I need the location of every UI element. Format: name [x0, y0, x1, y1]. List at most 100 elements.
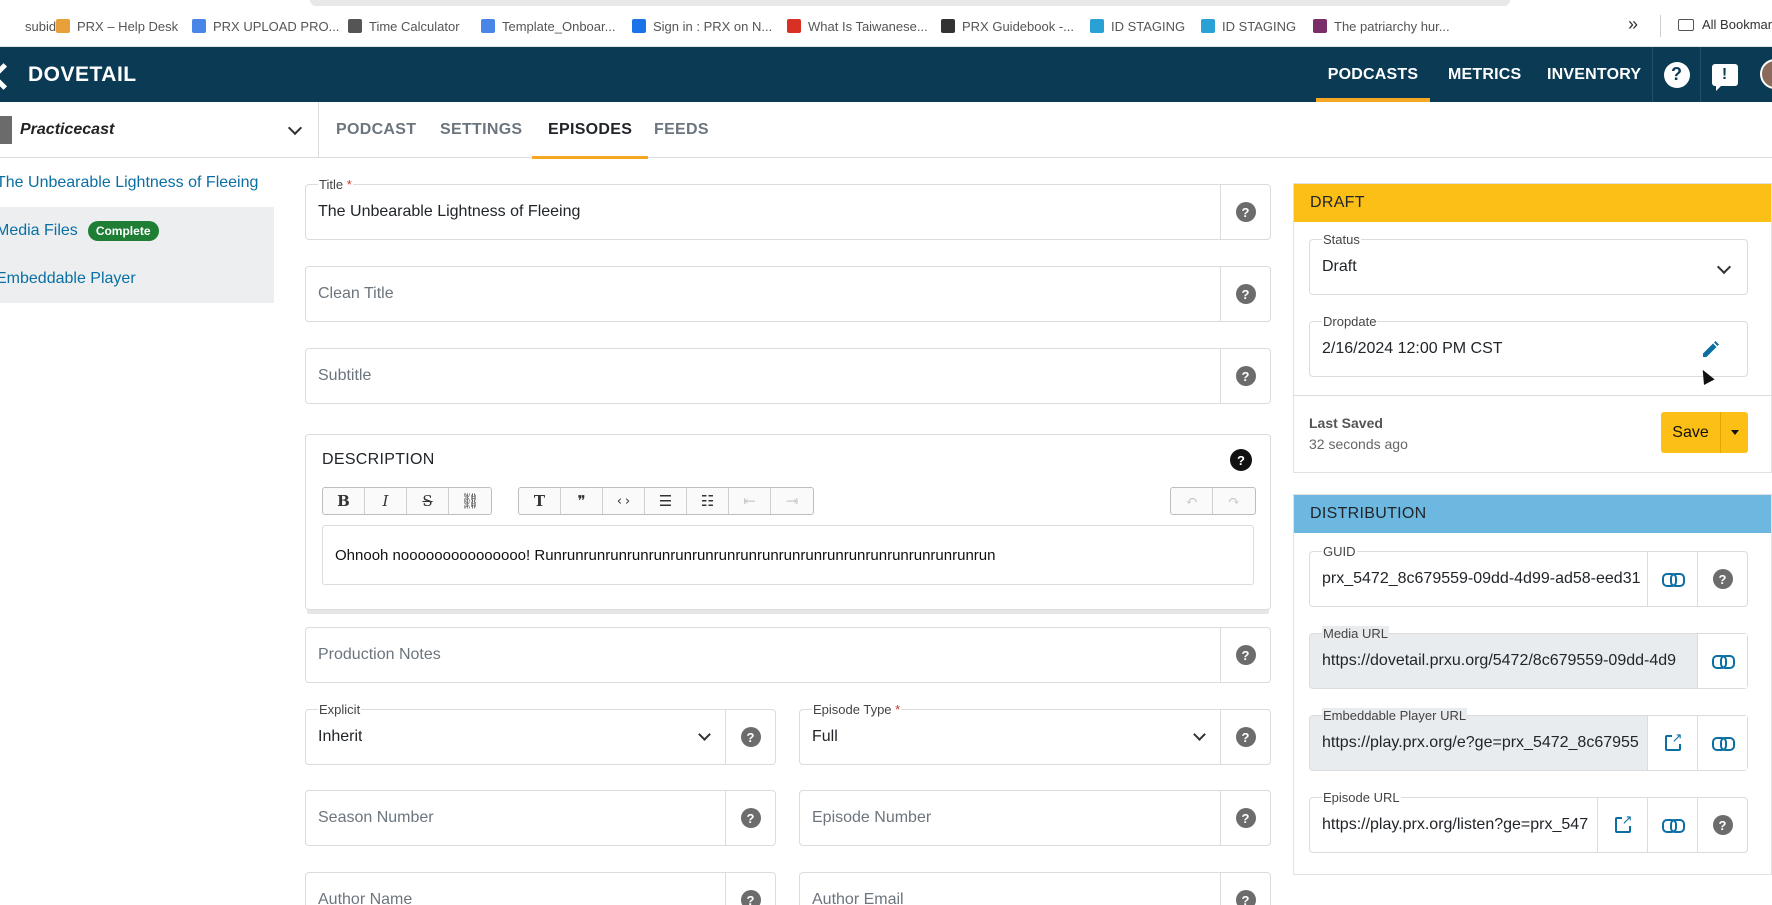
nav-metrics[interactable]: METRICS — [1448, 47, 1521, 102]
production-notes-field[interactable]: Production Notes ? — [305, 627, 1271, 683]
strikethrough-button[interactable]: S — [407, 488, 449, 514]
author-name-input[interactable]: Author Name — [318, 873, 412, 905]
code-button[interactable]: ‹› — [603, 488, 645, 514]
episode-type-select[interactable]: Episode Type * Full ? — [799, 702, 1271, 765]
caret-down-icon — [1730, 430, 1739, 435]
bullet-list-button[interactable]: ☰ — [645, 488, 687, 514]
bookmark-label: PRX – Help Desk — [77, 18, 179, 34]
bold-button[interactable]: B — [323, 488, 365, 514]
bookmark-item[interactable]: PRX Guidebook -... — [941, 17, 1074, 35]
undo-button[interactable]: ↶ — [1171, 488, 1213, 514]
subtitle-input[interactable]: Subtitle — [318, 349, 371, 403]
save-options-button[interactable] — [1721, 412, 1748, 453]
author-email-field[interactable]: Author Email ? — [799, 872, 1271, 905]
browser-tab-strip — [310, 0, 1510, 6]
episode-number-help-button[interactable]: ? — [1220, 791, 1270, 845]
season-number-field[interactable]: Season Number ? — [305, 790, 776, 846]
link-button[interactable]: ⛓ — [449, 488, 491, 514]
open-player-url-button[interactable] — [1647, 716, 1697, 770]
subtitle-help-button[interactable]: ? — [1220, 349, 1270, 403]
bookmark-item[interactable]: Sign in : PRX on N... — [632, 17, 772, 35]
heading-button[interactable]: T — [519, 488, 561, 514]
edit-pencil-icon[interactable] — [1700, 340, 1720, 360]
more-bookmarks-button[interactable]: » — [1628, 14, 1638, 35]
bookmark-item[interactable]: subid — [4, 17, 56, 35]
episode-number-field[interactable]: Episode Number ? — [799, 790, 1271, 846]
x-icon — [1201, 19, 1215, 33]
season-number-input[interactable]: Season Number — [318, 791, 434, 845]
nav-inventory[interactable]: INVENTORY — [1547, 47, 1641, 102]
bookmark-item[interactable]: PRX UPLOAD PRO... — [192, 17, 339, 35]
dovetail-mark-icon — [0, 64, 10, 86]
copy-media-url-button[interactable] — [1697, 634, 1747, 688]
external-link-icon — [1664, 731, 1683, 751]
guid-help-button[interactable]: ? — [1697, 552, 1747, 606]
description-editor[interactable]: Ohnooh nooooooooooooooo! Runrunrunrunrun… — [322, 525, 1254, 585]
tab-episodes[interactable]: EPISODES — [531, 102, 649, 159]
all-bookmarks-button[interactable]: All Bookmarks — [1678, 17, 1772, 32]
copy-guid-button[interactable] — [1647, 552, 1697, 606]
sidebar-item-label: Embeddable Player — [0, 270, 136, 287]
media-url-value[interactable]: https://dovetail.prxu.org/5472/8c679559-… — [1322, 634, 1697, 688]
copy-player-url-button[interactable] — [1697, 716, 1747, 770]
save-button[interactable]: Save — [1661, 412, 1721, 453]
indent-button[interactable]: ⇥ — [771, 488, 813, 514]
status-select[interactable]: Status Draft — [1309, 232, 1748, 295]
bookmark-label: PRX UPLOAD PRO... — [213, 18, 340, 34]
explicit-help-button[interactable]: ? — [725, 710, 775, 764]
clean-title-input[interactable]: Clean Title — [318, 267, 394, 321]
season-number-help-button[interactable]: ? — [725, 791, 775, 845]
description-help-icon[interactable]: ? — [1230, 449, 1252, 471]
bookmark-item[interactable]: ID STAGING — [1201, 17, 1296, 35]
bookmark-label: subid — [25, 18, 57, 34]
title-help-button[interactable]: ? — [1220, 185, 1270, 239]
bookmark-item[interactable]: PRX – Help Desk — [56, 17, 178, 35]
episode-type-help-button[interactable]: ? — [1220, 710, 1270, 764]
help-icon: ? — [1235, 202, 1256, 222]
outdent-button[interactable]: ⇤ — [729, 488, 771, 514]
clean-title-field[interactable]: Clean Title ? — [305, 266, 1271, 322]
author-email-input[interactable]: Author Email — [812, 873, 904, 905]
tab-feeds[interactable]: FEEDS — [654, 102, 709, 158]
copy-episode-url-button[interactable] — [1647, 798, 1697, 852]
production-notes-help-button[interactable]: ? — [1220, 628, 1270, 682]
production-notes-input[interactable]: Production Notes — [318, 628, 441, 682]
dropdate-field[interactable]: Dropdate 2/16/2024 12:00 PM CST — [1309, 314, 1748, 377]
bookmark-item[interactable]: Time Calculator — [348, 17, 460, 35]
podcast-selector[interactable]: Practicecast — [0, 102, 319, 158]
dovetail-logo[interactable]: DOVETAIL — [0, 47, 137, 102]
explicit-select[interactable]: Explicit Inherit ? — [305, 702, 776, 765]
open-episode-url-button[interactable] — [1597, 798, 1647, 852]
sidebar-item-media-files[interactable]: Media Files Complete — [0, 207, 274, 255]
sidebar-item-episode[interactable]: The Unbearable Lightness of Fleeing — [0, 159, 274, 207]
bookmark-label: Sign in : PRX on N... — [653, 18, 773, 34]
numbered-list-button[interactable]: ☷ — [687, 488, 729, 514]
episode-url-value[interactable]: https://play.prx.org/listen?ge=prx_547 — [1322, 798, 1597, 852]
bookmark-item[interactable]: What Is Taiwanese... — [787, 17, 928, 35]
subtitle-field[interactable]: Subtitle ? — [305, 348, 1271, 404]
tab-podcast[interactable]: PODCAST — [336, 102, 416, 158]
bookmark-item[interactable]: Template_Onboar... — [481, 17, 615, 35]
title-field[interactable]: Title * The Unbearable Lightness of Flee… — [305, 177, 1271, 240]
italic-button[interactable]: I — [365, 488, 407, 514]
sidebar-item-embeddable-player[interactable]: Embeddable Player — [0, 255, 274, 303]
redo-button[interactable]: ↷ — [1213, 488, 1255, 514]
nav-podcasts[interactable]: PODCASTS — [1316, 47, 1430, 102]
guid-value[interactable]: prx_5472_8c679559-09dd-4d99-ad58-eed31 — [1322, 552, 1647, 606]
episode-type-value: Full — [812, 728, 838, 745]
author-name-field[interactable]: Author Name ? — [305, 872, 776, 905]
episode-url-help-button[interactable]: ? — [1697, 798, 1747, 852]
tab-settings[interactable]: SETTINGS — [440, 102, 522, 158]
clean-title-help-button[interactable]: ? — [1220, 267, 1270, 321]
title-input[interactable]: The Unbearable Lightness of Fleeing — [318, 185, 580, 239]
user-avatar[interactable] — [1760, 59, 1772, 89]
episode-number-input[interactable]: Episode Number — [812, 791, 931, 845]
quote-button[interactable]: ❞ — [561, 488, 603, 514]
bookmark-item[interactable]: ID STAGING — [1090, 17, 1185, 35]
bookmark-item[interactable]: The patriarchy hur... — [1313, 17, 1450, 35]
help-button[interactable]: ? — [1652, 47, 1700, 102]
feedback-button[interactable]: ! — [1700, 47, 1748, 102]
author-name-help-button[interactable]: ? — [725, 873, 775, 905]
author-email-help-button[interactable]: ? — [1220, 873, 1270, 905]
player-url-value[interactable]: https://play.prx.org/e?ge=prx_5472_8c679… — [1322, 716, 1647, 770]
